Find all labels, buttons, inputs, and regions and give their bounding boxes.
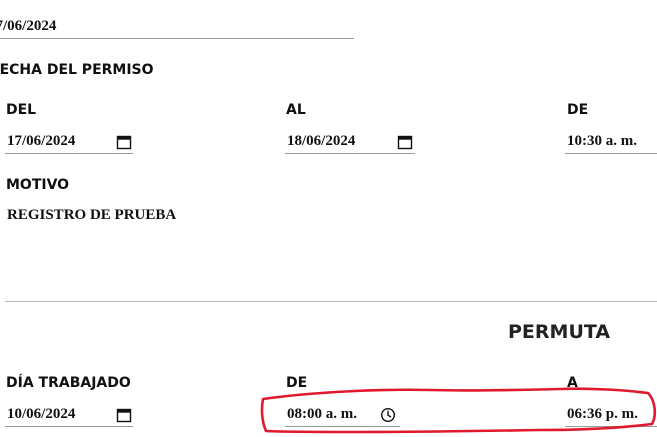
calendar-icon[interactable] [116, 134, 132, 150]
permiso-al-label: AL [286, 102, 306, 118]
calendar-icon[interactable] [116, 407, 132, 423]
calendar-icon[interactable] [397, 134, 413, 150]
permiso-section-title: FECHA DEL PERMISO [0, 62, 154, 78]
permuta-section-title: PERMUTA [508, 321, 611, 343]
permiso-al-date-input[interactable]: 18/06/2024 [285, 130, 415, 154]
permiso-de-value: 10:30 a. m. [567, 133, 637, 149]
permuta-de-label: DE [286, 375, 308, 391]
permiso-de-label: DE [567, 102, 589, 118]
permiso-de-time-input[interactable]: 10:30 a. m. [565, 130, 657, 154]
permuta-dia-value: 10/06/2024 [7, 406, 76, 422]
permuta-de-value: 08:00 a. m. [287, 406, 357, 422]
top-date-value: 17/06/2024 [0, 18, 57, 34]
permuta-de-time-input[interactable]: 08:00 a. m. [285, 403, 400, 427]
section-divider [5, 301, 657, 302]
permiso-del-value: 17/06/2024 [7, 133, 76, 149]
clock-icon[interactable] [380, 407, 396, 423]
permuta-a-value: 06:36 p. m. [567, 406, 638, 422]
permuta-a-time-input[interactable]: 06:36 p. m. [565, 403, 657, 427]
permuta-dia-label: DÍA TRABAJADO [6, 375, 131, 391]
permiso-al-value: 18/06/2024 [287, 133, 356, 149]
top-date-field[interactable]: 17/06/2024 [0, 15, 354, 39]
permuta-dia-date-input[interactable]: 10/06/2024 [5, 403, 133, 427]
permiso-del-date-input[interactable]: 17/06/2024 [5, 130, 133, 154]
motivo-text[interactable]: REGISTRO DE PRUEBA [7, 207, 176, 224]
motivo-label: MOTIVO [6, 177, 70, 193]
permuta-a-label: A [567, 375, 578, 391]
permiso-del-label: DEL [6, 102, 37, 118]
